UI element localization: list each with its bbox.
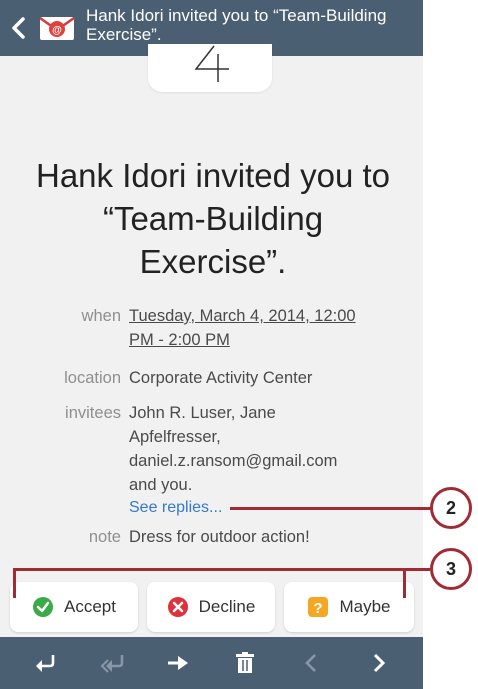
callout-2: 2 — [430, 487, 472, 529]
location-label: location — [64, 369, 121, 387]
next-icon[interactable] — [366, 651, 390, 675]
question-icon: ? — [308, 597, 329, 617]
callout-2-leader — [230, 507, 433, 510]
invitees-line1: John R. Luser, Jane — [129, 404, 276, 422]
callout-3-leader — [13, 568, 430, 571]
invitees-line2: Apfelfresser, — [129, 428, 221, 446]
when-value-line1[interactable]: Tuesday, March 4, 2014, 12:00 — [129, 305, 409, 327]
date-day-numeral — [194, 45, 229, 82]
reply-icon[interactable] — [33, 651, 57, 675]
forward-icon[interactable] — [166, 651, 190, 675]
mail-app-icon[interactable]: @ — [39, 14, 75, 42]
date-card: 4 — [148, 44, 272, 92]
svg-text:@: @ — [52, 25, 62, 36]
invitees-label: invitees — [65, 404, 121, 422]
accept-button[interactable]: Accept — [10, 582, 138, 632]
invitees-line3: daniel.z.ransom@gmail.com — [129, 452, 338, 470]
when-value-line2[interactable]: PM - 2:00 PM — [129, 329, 409, 351]
invitees-line4: and you. — [129, 476, 193, 494]
location-value: Corporate Activity Center — [129, 369, 313, 387]
when-label: when — [81, 307, 121, 325]
back-chevron-icon[interactable] — [10, 16, 28, 40]
check-icon — [33, 597, 53, 617]
callout-3: 3 — [430, 548, 472, 590]
decline-label: Decline — [198, 597, 256, 616]
decline-x-icon — [167, 597, 188, 617]
reply-all-icon[interactable] — [100, 651, 124, 675]
previous-icon[interactable] — [300, 651, 324, 675]
see-replies-link[interactable]: See replies... — [129, 497, 222, 519]
phone-screen: @ Hank Idori invited you to “Team-Buildi… — [0, 0, 423, 689]
note-value: Dress for outdoor action! — [129, 528, 310, 546]
delete-icon[interactable] — [233, 651, 257, 675]
header-title: Hank Idori invited you to “Team-Building… — [86, 6, 387, 44]
callout-3-bracket-left — [13, 568, 16, 598]
accept-label: Accept — [64, 597, 116, 616]
maybe-button[interactable]: ? Maybe — [284, 582, 414, 632]
invite-title: Hank Idori invited you to “Team-Building… — [35, 157, 391, 280]
response-actions: Accept Decline ? Maybe — [10, 582, 414, 634]
decline-button[interactable]: Decline — [147, 582, 275, 632]
svg-text:?: ? — [314, 600, 323, 617]
note-label: note — [88, 528, 121, 546]
date-day: 4 — [148, 44, 149, 45]
bottom-toolbar — [0, 637, 423, 689]
callout-3-bracket-right — [403, 568, 406, 598]
maybe-label: Maybe — [339, 597, 391, 616]
